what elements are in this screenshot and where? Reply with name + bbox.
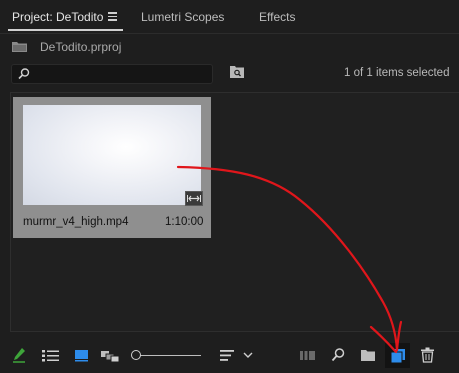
- clear-trash-icon[interactable]: [421, 347, 434, 363]
- sort-icon[interactable]: [219, 347, 235, 363]
- freeform-view-icon[interactable]: [100, 347, 120, 363]
- new-search-bin-icon[interactable]: [230, 66, 244, 78]
- project-folder-icon: [12, 41, 27, 52]
- find-icon[interactable]: [331, 347, 345, 363]
- chevron-down-icon[interactable]: [243, 347, 253, 363]
- active-tab-indicator: [8, 29, 123, 31]
- search-icon: [18, 68, 30, 80]
- selection-status: 1 of 1 items selected: [344, 67, 450, 79]
- panel-menu-icon[interactable]: [108, 12, 117, 21]
- automate-to-sequence-icon[interactable]: [299, 347, 317, 363]
- clip-name: murmr_v4_high.mp4: [23, 216, 129, 228]
- divider: [0, 33, 459, 34]
- pencil-icon[interactable]: [12, 347, 26, 363]
- zoom-slider-track[interactable]: [139, 355, 201, 356]
- tab-effects[interactable]: Effects: [259, 10, 295, 24]
- tab-lumetri-scopes[interactable]: Lumetri Scopes: [141, 10, 224, 24]
- new-bin-icon[interactable]: [360, 347, 376, 363]
- clip-duration: 1:10:00: [165, 216, 204, 228]
- zoom-slider-handle[interactable]: [131, 350, 141, 360]
- project-filename: DeTodito.prproj: [40, 40, 122, 54]
- icon-view-icon[interactable]: [74, 347, 90, 363]
- search-field[interactable]: [11, 64, 213, 85]
- clip-thumbnail[interactable]: [23, 105, 201, 205]
- list-view-icon[interactable]: [42, 347, 60, 363]
- tab-project[interactable]: Project: DeTodito: [12, 10, 103, 24]
- search-input[interactable]: [32, 65, 211, 85]
- video-audio-badge-icon: [185, 191, 203, 206]
- new-item-icon[interactable]: [390, 348, 406, 364]
